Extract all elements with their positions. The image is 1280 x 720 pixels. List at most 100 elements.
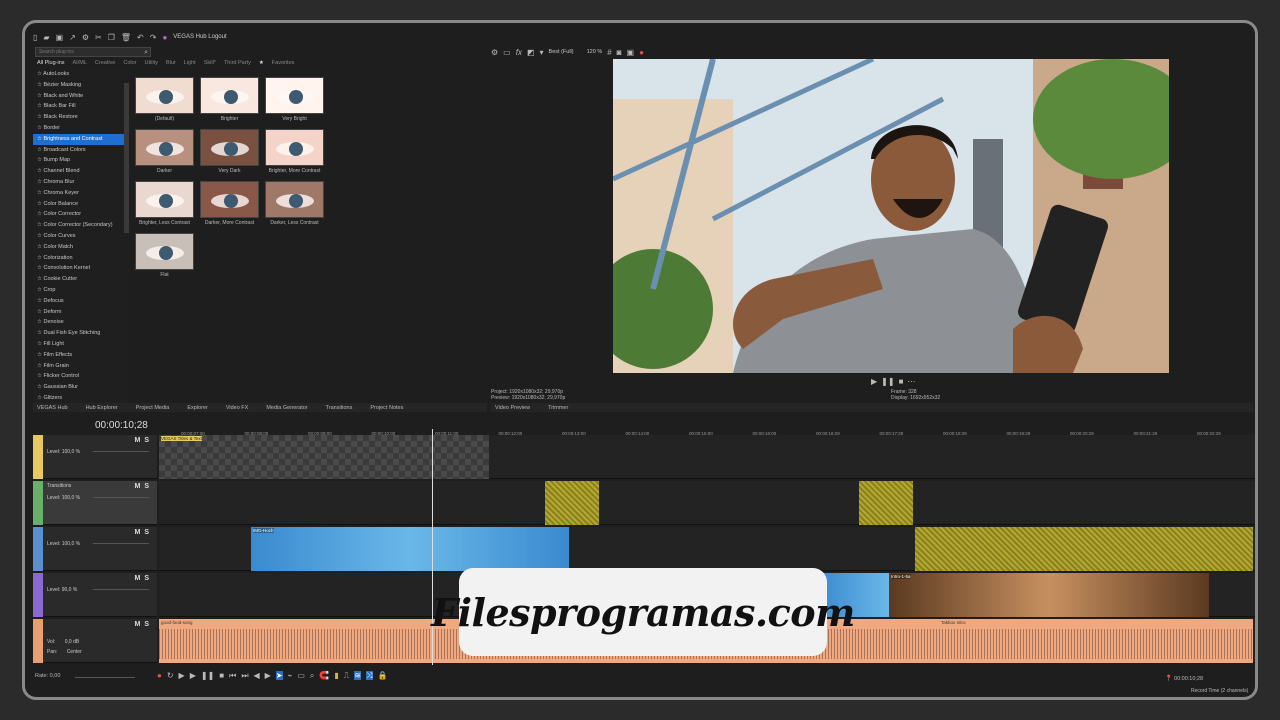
search-icon[interactable]: ⌕ — [144, 48, 148, 57]
plugin-search-input[interactable] — [36, 48, 136, 56]
track-header[interactable]: MS Level: 100,0 % — [33, 435, 157, 479]
track-lane[interactable]: VEGAS Titles & Text — [159, 435, 1255, 479]
plugin-list-item[interactable]: ☆ Gaussian Blur — [33, 382, 129, 393]
fx-icon[interactable]: fx — [516, 48, 522, 57]
mute-button[interactable]: M — [134, 529, 144, 536]
plugin-list-item[interactable]: ☆ Color Corrector (Secondary) — [33, 220, 129, 231]
grid-icon[interactable]: # — [607, 48, 611, 57]
left-tab-5[interactable]: Media Generator — [262, 405, 307, 411]
preview-more-icon[interactable]: ⋯ — [907, 377, 915, 386]
next-frame-icon[interactable]: ▶ — [265, 671, 271, 680]
plugin-tab-5[interactable]: Blur — [166, 60, 176, 66]
plugin-list-item[interactable]: ☆ Border — [33, 123, 129, 134]
timeline-clip[interactable]: IMG-Hoch — [251, 527, 569, 571]
plugin-list-item[interactable]: ☆ Flicker Control — [33, 371, 129, 382]
plugin-list-item[interactable]: ☆ Convolution Kernel — [33, 263, 129, 274]
plugin-tab-0[interactable]: All Plug-ins — [37, 60, 65, 66]
preset-thumbnail[interactable]: Darker — [135, 129, 194, 187]
right-tab-0[interactable]: Video Preview — [491, 405, 530, 411]
plugin-list-item[interactable]: ☆ Color Balance — [33, 199, 129, 210]
ripple-icon[interactable]: ≋ — [354, 671, 362, 680]
plugin-list-item[interactable]: ☆ Color Curves — [33, 231, 129, 242]
plugin-list-item[interactable]: ☆ Film Effects — [33, 350, 129, 361]
plugin-list-item[interactable]: ☆ Fill Light — [33, 339, 129, 350]
plugin-list-item[interactable]: ☆ Broadcast Colors — [33, 145, 129, 156]
record-button-icon[interactable]: ● — [157, 671, 162, 680]
level-slider[interactable] — [93, 543, 149, 544]
plugin-tab-3[interactable]: Color — [123, 60, 136, 66]
split-screen-icon[interactable]: ◩ — [527, 48, 535, 57]
region-icon[interactable]: ⎍ — [344, 671, 350, 680]
level-slider[interactable] — [93, 497, 149, 498]
envelope-tool-icon[interactable]: ⌁ — [288, 671, 293, 680]
preset-thumbnail[interactable]: Darker, More Contrast — [200, 181, 259, 239]
snapshot-icon[interactable]: ◙ — [617, 48, 622, 57]
plugin-list-item[interactable]: ☆ Color Match — [33, 242, 129, 253]
preview-settings-icon[interactable]: ⚙ — [491, 48, 498, 57]
plugin-tab-1[interactable]: AI/ML — [73, 60, 87, 66]
solo-button[interactable]: S — [144, 621, 153, 628]
timeline-clip[interactable]: VEGAS Titles & Text — [159, 435, 489, 479]
mute-button[interactable]: M — [134, 621, 144, 628]
plugin-tab-8[interactable]: Third Party — [224, 60, 251, 66]
mute-solo-buttons[interactable]: MS — [134, 529, 153, 536]
solo-button[interactable]: S — [144, 575, 153, 582]
solo-button[interactable]: S — [144, 437, 153, 444]
copy-icon[interactable]: ❐ — [108, 33, 115, 42]
plugin-list-item[interactable]: ☆ Film Grain — [33, 361, 129, 372]
pan-value[interactable]: Center — [67, 649, 82, 655]
edit-tool-icon[interactable]: ➤ — [275, 671, 283, 680]
plugin-tab-9[interactable]: Favorites — [272, 60, 295, 66]
preview-quality[interactable]: Best (Full) — [549, 49, 574, 55]
save-snapshot-icon[interactable]: ▣ — [627, 48, 635, 57]
ext-monitor-icon[interactable]: ▭ — [503, 48, 511, 57]
selection-tool-icon[interactable]: ▭ — [297, 671, 305, 680]
mute-button[interactable]: M — [134, 483, 144, 490]
stop-icon[interactable]: ■ — [219, 671, 224, 680]
timeline-clip[interactable] — [915, 527, 1253, 571]
plugin-list-item[interactable]: ☆ Color Corrector — [33, 209, 129, 220]
track-name[interactable]: Transitions — [47, 483, 71, 489]
plugin-list-item[interactable]: ☆ Dual Fish Eye Stitching — [33, 328, 129, 339]
timeline-clip[interactable] — [859, 481, 913, 525]
pause-icon[interactable]: ❚❚ — [201, 671, 214, 680]
plugin-search[interactable]: ⌕ — [35, 47, 151, 57]
plugin-list-item[interactable]: ☆ AutoLooks — [33, 69, 129, 80]
undo-icon[interactable]: ↶ — [137, 33, 144, 42]
plugin-list-item[interactable]: ☆ Crop — [33, 285, 129, 296]
mute-solo-buttons[interactable]: MS — [134, 621, 153, 628]
preset-thumbnail[interactable]: Very Dark — [200, 129, 259, 187]
delete-icon[interactable]: 🗑 — [121, 33, 131, 42]
video-preview[interactable] — [613, 59, 1169, 373]
plugin-list-item[interactable]: ☆ Channel Blend — [33, 166, 129, 177]
plugin-list-item[interactable]: ☆ Black Restore — [33, 112, 129, 123]
plugin-list-item[interactable]: ☆ Defocus — [33, 296, 129, 307]
level-slider[interactable] — [93, 451, 149, 452]
solo-button[interactable]: S — [144, 529, 153, 536]
snap-icon[interactable]: 🧲 — [319, 671, 329, 680]
plugin-list-item[interactable]: ☆ Brightness and Contrast — [33, 133, 129, 145]
preview-play-icon[interactable]: ▶ — [871, 377, 877, 386]
preset-thumbnail[interactable]: Brighter, Less Contrast — [135, 181, 194, 239]
record-icon[interactable]: ● — [639, 48, 644, 57]
preview-pause-icon[interactable]: ❚❚ — [881, 377, 894, 386]
left-tab-0[interactable]: VEGAS Hub — [33, 405, 68, 411]
preset-thumbnail[interactable]: Flat — [135, 233, 194, 291]
hub-logout-link[interactable]: VEGAS Hub Logout — [173, 34, 226, 40]
mute-solo-buttons[interactable]: MS — [134, 575, 153, 582]
redo-icon[interactable]: ↷ — [150, 33, 157, 42]
preview-stop-icon[interactable]: ■ — [899, 377, 904, 386]
preset-thumbnail[interactable]: Darker, Less Contrast — [265, 181, 324, 239]
level-slider[interactable] — [93, 589, 149, 590]
loop-icon[interactable]: ↻ — [167, 671, 174, 680]
lock-envelopes-icon[interactable]: 🔒 — [378, 671, 388, 680]
left-tab-2[interactable]: Project Media — [132, 405, 170, 411]
plugin-list-item[interactable]: ☆ Black Bar Fill — [33, 101, 129, 112]
new-file-icon[interactable]: ▯ — [33, 33, 37, 42]
track-header[interactable]: MS Level: 90,0 % — [33, 573, 157, 617]
settings-icon[interactable]: ⚙ — [82, 33, 89, 42]
cut-icon[interactable]: ✂ — [95, 33, 102, 42]
open-folder-icon[interactable]: ▰ — [43, 33, 49, 42]
left-tab-6[interactable]: Transitions — [322, 405, 353, 411]
go-end-icon[interactable]: ⏭ — [241, 671, 248, 680]
